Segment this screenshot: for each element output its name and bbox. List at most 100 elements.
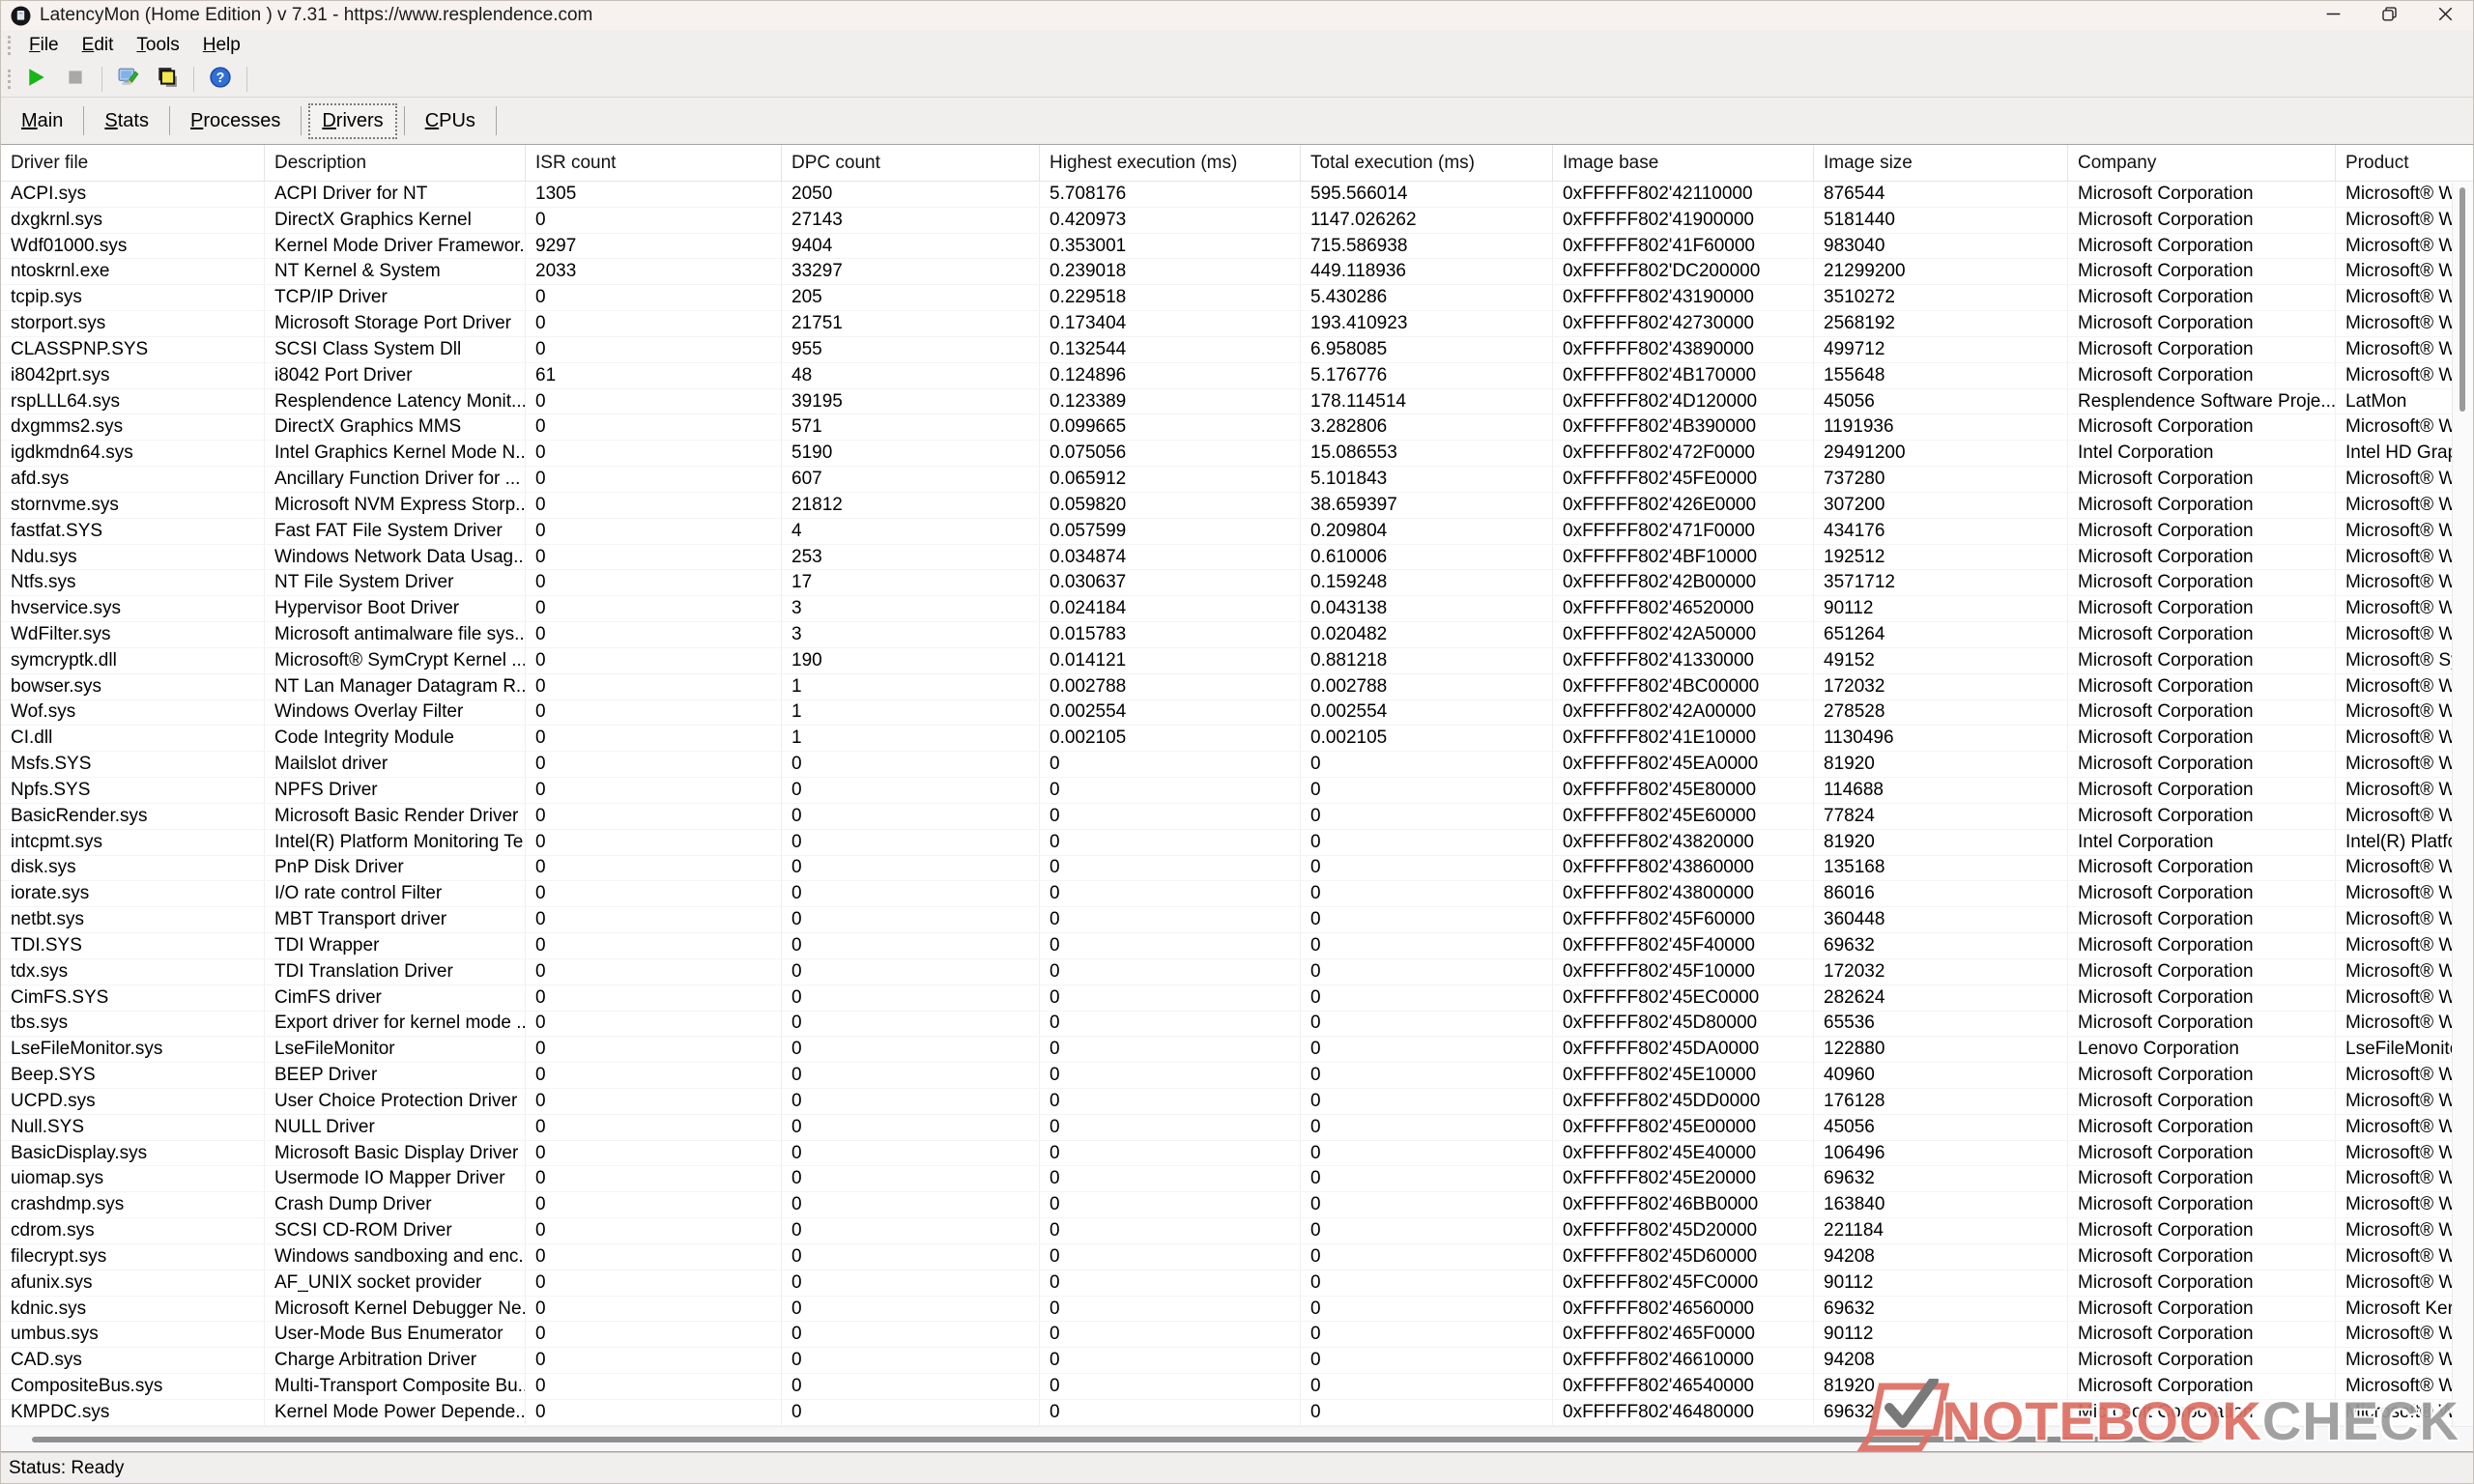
column-header-image-base[interactable]: Image base	[1553, 145, 1814, 181]
table-row[interactable]: stornvme.sysMicrosoft NVM Express Storp.…	[1, 493, 2473, 519]
table-cell: 61	[526, 363, 782, 388]
table-row[interactable]: i8042prt.sysi8042 Port Driver61480.12489…	[1, 363, 2473, 389]
tab-cpus[interactable]: CPUs	[412, 103, 489, 139]
table-row[interactable]: TDI.SYSTDI Wrapper00000xFFFFF802'45F4000…	[1, 933, 2473, 959]
table-cell: Microsoft Corporation	[2068, 778, 2336, 803]
table-row[interactable]: Npfs.SYSNPFS Driver00000xFFFFF802'45E800…	[1, 778, 2473, 804]
table-cell: 0	[1040, 881, 1301, 906]
help-button[interactable]: ?	[203, 64, 238, 95]
table-cell: 0.124896	[1040, 363, 1301, 388]
table-row[interactable]: netbt.sysMBT Transport driver00000xFFFFF…	[1, 907, 2473, 933]
table-row[interactable]: ACPI.sysACPI Driver for NT130520505.7081…	[1, 182, 2473, 208]
vertical-scrollbar[interactable]	[2452, 183, 2473, 1426]
table-row[interactable]: CimFS.SYSCimFS driver00000xFFFFF802'45EC…	[1, 985, 2473, 1012]
table-cell: NT Lan Manager Datagram R...	[265, 674, 526, 699]
tab-processes[interactable]: Processes	[177, 103, 294, 139]
minimize-button[interactable]	[2305, 1, 2361, 30]
table-row[interactable]: KMPDC.sysKernel Mode Power Depende...000…	[1, 1400, 2473, 1426]
restore-button[interactable]	[2361, 1, 2417, 30]
table-cell: NPFS Driver	[265, 778, 526, 803]
column-header-isr-count[interactable]: ISR count	[526, 145, 782, 181]
table-row[interactable]: igdkmdn64.sysIntel Graphics Kernel Mode …	[1, 441, 2473, 467]
table-row[interactable]: CI.dllCode Integrity Module010.0021050.0…	[1, 726, 2473, 752]
column-header-image-size[interactable]: Image size	[1814, 145, 2068, 181]
table-row[interactable]: dxgmms2.sysDirectX Graphics MMS05710.099…	[1, 414, 2473, 441]
driver-file-cell: KMPDC.sys	[1, 1400, 265, 1425]
close-button[interactable]	[2417, 1, 2473, 30]
save-report-button[interactable]	[111, 64, 146, 95]
column-header-product[interactable]: Product	[2336, 145, 2473, 181]
column-header-driver-file[interactable]: Driver file	[1, 145, 265, 181]
column-header-company[interactable]: Company	[2068, 145, 2336, 181]
table-row[interactable]: tdx.sysTDI Translation Driver00000xFFFFF…	[1, 959, 2473, 985]
table-row[interactable]: CompositeBus.sysMulti-Transport Composit…	[1, 1374, 2473, 1400]
table-row[interactable]: Wdf01000.sysKernel Mode Driver Framewor.…	[1, 234, 2473, 260]
horizontal-scrollbar[interactable]	[1, 1426, 2473, 1451]
table-cell: 0	[526, 545, 782, 570]
table-row[interactable]: Wof.sysWindows Overlay Filter010.0025540…	[1, 700, 2473, 727]
table-row[interactable]: afd.sysAncillary Function Driver for ...…	[1, 467, 2473, 493]
table-row[interactable]: Ntfs.sysNT File System Driver0170.030637…	[1, 570, 2473, 596]
table-row[interactable]: Beep.SYSBEEP Driver00000xFFFFF802'45E100…	[1, 1063, 2473, 1089]
table-row[interactable]: UCPD.sysUser Choice Protection Driver000…	[1, 1089, 2473, 1115]
close-icon	[2438, 7, 2453, 24]
tab-main[interactable]: Main	[8, 103, 76, 139]
tab-stats[interactable]: Stats	[91, 103, 162, 139]
table-row[interactable]: tcpip.sysTCP/IP Driver02050.2295185.4302…	[1, 285, 2473, 311]
table-cell: NT Kernel & System	[265, 259, 526, 284]
table-cell: Microsoft Corporation	[2068, 1115, 2336, 1140]
table-cell: 434176	[1814, 519, 2068, 544]
table-row[interactable]: uiomap.sysUsermode IO Mapper Driver00000…	[1, 1166, 2473, 1192]
table-row[interactable]: Null.SYSNULL Driver00000xFFFFF802'45E000…	[1, 1115, 2473, 1141]
table-cell: 0	[782, 985, 1040, 1011]
vertical-scrollbar-thumb[interactable]	[2460, 187, 2465, 412]
column-header-total-execution-ms[interactable]: Total execution (ms)	[1301, 145, 1553, 181]
table-row[interactable]: bowser.sysNT Lan Manager Datagram R...01…	[1, 674, 2473, 700]
table-row[interactable]: CLASSPNP.SYSSCSI Class System Dll09550.1…	[1, 337, 2473, 363]
table-cell: TCP/IP Driver	[265, 285, 526, 310]
table-row[interactable]: storport.sysMicrosoft Storage Port Drive…	[1, 311, 2473, 337]
table-row[interactable]: intcpmt.sysIntel(R) Platform Monitoring …	[1, 830, 2473, 856]
tab-drivers[interactable]: Drivers	[308, 103, 396, 139]
table-row[interactable]: BasicDisplay.sysMicrosoft Basic Display …	[1, 1141, 2473, 1167]
table-row[interactable]: rspLLL64.sysResplendence Latency Monit..…	[1, 389, 2473, 415]
table-row[interactable]: tbs.sysExport driver for kernel mode ...…	[1, 1012, 2473, 1038]
horizontal-scrollbar-thumb[interactable]	[32, 1437, 2204, 1442]
table-row[interactable]: filecrypt.sysWindows sandboxing and enc.…	[1, 1244, 2473, 1270]
table-row[interactable]: afunix.sysAF_UNIX socket provider00000xF…	[1, 1270, 2473, 1297]
stop-monitor-button[interactable]	[58, 64, 93, 95]
menu-item-tools[interactable]: Tools	[125, 33, 190, 58]
table-row[interactable]: symcryptk.dllMicrosoft® SymCrypt Kernel …	[1, 648, 2473, 674]
menu-item-file[interactable]: File	[17, 33, 71, 58]
table-row[interactable]: fastfat.SYSFast FAT File System Driver04…	[1, 519, 2473, 545]
menu-item-help[interactable]: Help	[191, 33, 252, 58]
table-row[interactable]: ntoskrnl.exeNT Kernel & System2033332970…	[1, 259, 2473, 285]
table-row[interactable]: WdFilter.sysMicrosoft antimalware file s…	[1, 622, 2473, 648]
table-row[interactable]: iorate.sysI/O rate control Filter00000xF…	[1, 881, 2473, 907]
table-row[interactable]: Msfs.SYSMailslot driver00000xFFFFF802'45…	[1, 752, 2473, 778]
table-cell: Microsoft Corporation	[2068, 726, 2336, 751]
column-header-description[interactable]: Description	[265, 145, 526, 181]
table-row[interactable]: Ndu.sysWindows Network Data Usag...02530…	[1, 545, 2473, 571]
table-row[interactable]: LseFileMonitor.sysLseFileMonitor00000xFF…	[1, 1037, 2473, 1063]
start-monitor-button[interactable]	[19, 64, 54, 95]
table-row[interactable]: dxgkrnl.sysDirectX Graphics Kernel027143…	[1, 208, 2473, 234]
table-cell: SCSI CD-ROM Driver	[265, 1218, 526, 1243]
table-row[interactable]: kdnic.sysMicrosoft Kernel Debugger Ne...…	[1, 1297, 2473, 1323]
table-row[interactable]: BasicRender.sysMicrosoft Basic Render Dr…	[1, 804, 2473, 830]
table-row[interactable]: hvservice.sysHypervisor Boot Driver030.0…	[1, 596, 2473, 622]
table-row[interactable]: CAD.sysCharge Arbitration Driver00000xFF…	[1, 1348, 2473, 1374]
table-cell: 0	[782, 1270, 1040, 1296]
table-row[interactable]: disk.sysPnP Disk Driver00000xFFFFF802'43…	[1, 856, 2473, 882]
menu-item-edit[interactable]: Edit	[71, 33, 126, 58]
table-cell: Microsoft Corporation	[2068, 570, 2336, 595]
column-header-dpc-count[interactable]: DPC count	[782, 145, 1040, 181]
table-cell: 0	[782, 752, 1040, 777]
table-cell: 0.123389	[1040, 389, 1301, 414]
table-row[interactable]: crashdmp.sysCrash Dump Driver00000xFFFFF…	[1, 1192, 2473, 1218]
column-header-highest-execution-ms[interactable]: Highest execution (ms)	[1040, 145, 1301, 181]
table-cell: Microsoft Corporation	[2068, 545, 2336, 570]
copy-report-button[interactable]	[150, 64, 185, 95]
table-row[interactable]: umbus.sysUser-Mode Bus Enumerator00000xF…	[1, 1322, 2473, 1348]
table-row[interactable]: cdrom.sysSCSI CD-ROM Driver00000xFFFFF80…	[1, 1218, 2473, 1244]
